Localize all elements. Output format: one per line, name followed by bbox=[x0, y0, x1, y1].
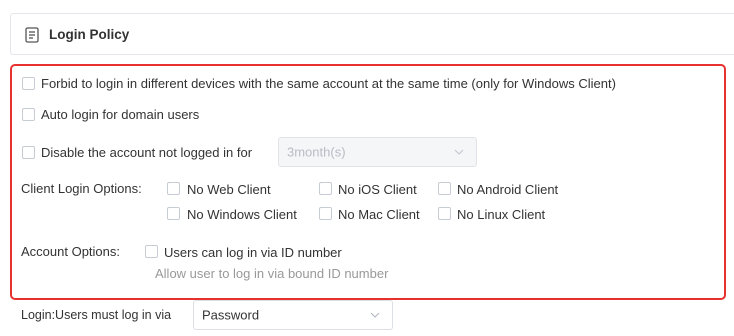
forbid-multi-device-checkbox[interactable] bbox=[22, 77, 35, 90]
no-android-client-label: No Android Client bbox=[457, 182, 559, 197]
no-web-client-checkbox[interactable] bbox=[167, 182, 180, 195]
forbid-multi-device-label: Forbid to login in different devices wit… bbox=[41, 76, 616, 91]
section-title: Login Policy bbox=[49, 27, 130, 42]
disable-period-value: 3month(s) bbox=[287, 144, 346, 160]
no-web-client-label: No Web Client bbox=[187, 182, 271, 197]
id-login-label: Users can log in via ID number bbox=[164, 245, 342, 260]
no-mac-client-label: No Mac Client bbox=[338, 207, 420, 222]
id-login-checkbox[interactable] bbox=[145, 245, 158, 258]
disable-inactive-label: Disable the account not logged in for bbox=[41, 145, 253, 160]
login-method-label: Login:Users must log in via bbox=[21, 308, 172, 322]
client-login-options-label: Client Login Options: bbox=[21, 181, 142, 196]
auto-login-domain-label: Auto login for domain users bbox=[41, 107, 200, 122]
login-method-value: Password bbox=[202, 307, 260, 323]
document-list-icon bbox=[25, 27, 39, 43]
no-ios-client-label: No iOS Client bbox=[338, 182, 417, 197]
no-windows-client-checkbox[interactable] bbox=[167, 207, 180, 220]
id-login-hint: Allow user to log in via bound ID number bbox=[155, 266, 389, 281]
account-options-label: Account Options: bbox=[21, 244, 120, 259]
disable-inactive-checkbox[interactable] bbox=[22, 146, 35, 159]
chevron-down-icon bbox=[370, 312, 380, 318]
no-android-client-checkbox[interactable] bbox=[438, 182, 451, 195]
auto-login-domain-checkbox[interactable] bbox=[22, 108, 35, 121]
no-linux-client-label: No Linux Client bbox=[457, 207, 546, 222]
no-mac-client-checkbox[interactable] bbox=[319, 207, 332, 220]
login-policy-header: Login Policy bbox=[10, 13, 734, 55]
no-ios-client-checkbox[interactable] bbox=[319, 182, 332, 195]
chevron-down-icon bbox=[454, 149, 464, 155]
login-method-select[interactable]: Password bbox=[193, 300, 393, 330]
no-linux-client-checkbox[interactable] bbox=[438, 207, 451, 220]
no-windows-client-label: No Windows Client bbox=[187, 207, 297, 222]
disable-period-select[interactable]: 3month(s) bbox=[278, 137, 477, 167]
